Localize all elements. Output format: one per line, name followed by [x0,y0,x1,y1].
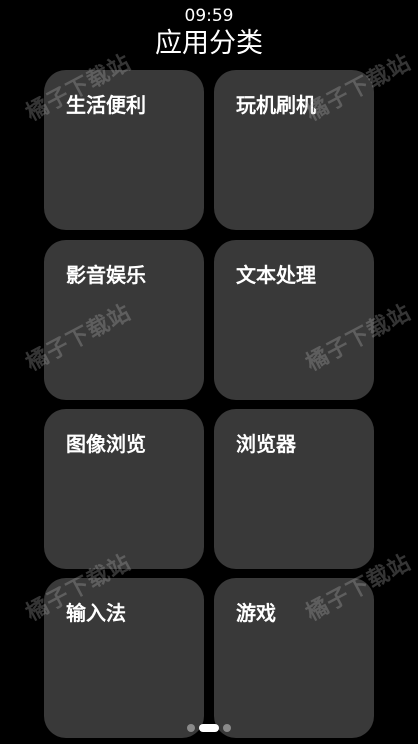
category-tile-browser[interactable]: 浏览器 [214,409,374,569]
category-tile-text[interactable]: 文本处理 [214,240,374,400]
category-tile-games[interactable]: 游戏 [214,578,374,738]
category-tile-image[interactable]: 图像浏览 [44,409,204,569]
category-label: 影音娱乐 [66,263,146,287]
category-tile-media[interactable]: 影音娱乐 [44,240,204,400]
category-tile-phone-tools[interactable]: 玩机刷机 [214,70,374,230]
category-label: 文本处理 [236,263,316,287]
page-dot[interactable] [187,724,195,732]
category-label: 生活便利 [66,93,146,117]
status-bar-time: 09:59 [184,6,234,26]
page-dot[interactable] [223,724,231,732]
page-dot-active[interactable] [199,724,219,732]
page-title: 应用分类 [155,28,263,59]
category-label: 输入法 [66,601,126,625]
category-label: 游戏 [236,601,276,625]
page-indicator[interactable] [0,722,418,734]
category-label: 玩机刷机 [236,93,316,117]
category-label: 图像浏览 [66,432,146,456]
category-tile-input-method[interactable]: 输入法 [44,578,204,738]
category-label: 浏览器 [236,432,296,456]
category-tile-life[interactable]: 生活便利 [44,70,204,230]
